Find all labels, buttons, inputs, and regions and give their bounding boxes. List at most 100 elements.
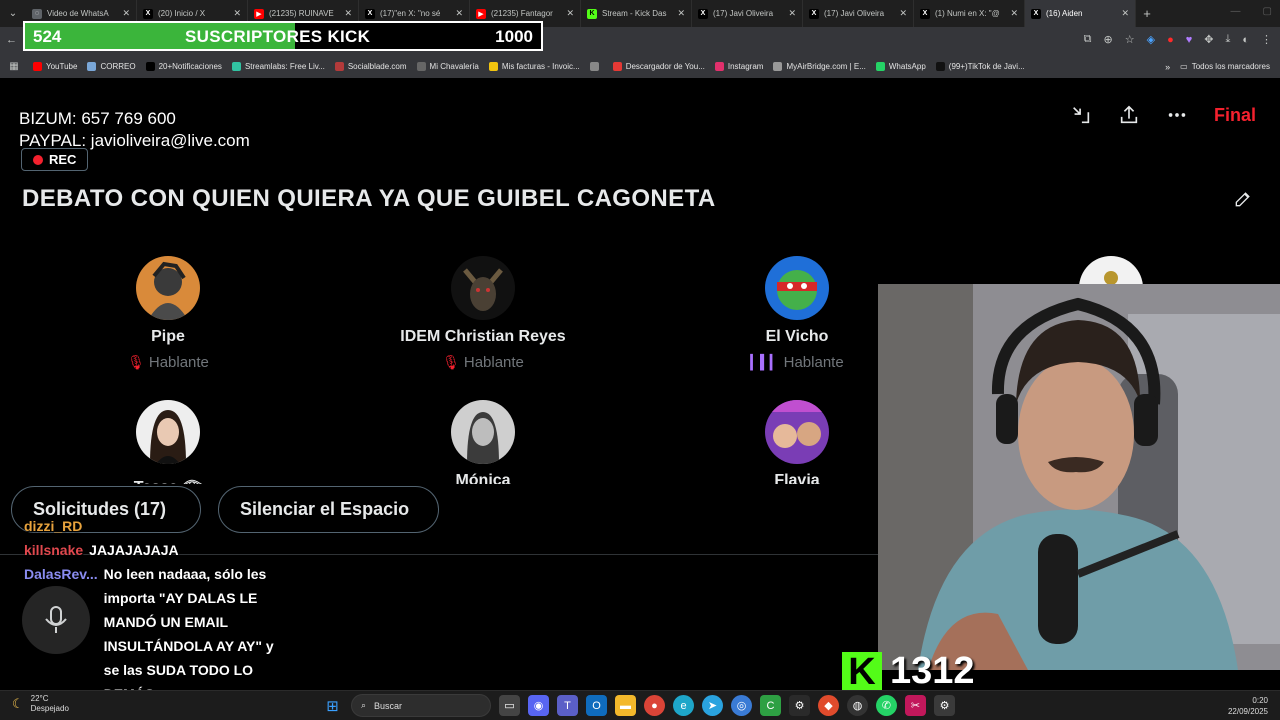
speaker-card[interactable]: Pipe 🎙 Hablante bbox=[48, 256, 288, 371]
bookmark-item[interactable]: CORREO bbox=[82, 62, 140, 71]
file-explorer-icon[interactable]: ▬ bbox=[615, 695, 636, 716]
close-tab-icon[interactable]: ✕ bbox=[233, 8, 241, 19]
extensions-puzzle-icon[interactable]: ✥ bbox=[1204, 33, 1213, 46]
close-tab-icon[interactable]: ✕ bbox=[899, 8, 907, 19]
bookmark-item[interactable]: WhatsApp bbox=[871, 62, 931, 71]
telegram-icon[interactable]: ➤ bbox=[702, 695, 723, 716]
bookmark-item[interactable]: 20+Notificaciones bbox=[141, 62, 227, 71]
extension-icon[interactable]: ● bbox=[1167, 34, 1174, 46]
bookmark-item[interactable]: Descargador de You... bbox=[608, 62, 710, 71]
all-bookmarks-folder[interactable]: ▭ Todos los marcadores bbox=[1180, 62, 1280, 71]
browser-tab[interactable]: X (1) Numi en X: "@ ✕ bbox=[914, 0, 1025, 27]
bookmark-item[interactable]: Instagram bbox=[710, 62, 769, 71]
microphone-button[interactable] bbox=[22, 586, 90, 654]
extension-icon[interactable]: ◈ bbox=[1147, 33, 1155, 46]
browser-tab[interactable]: X (17) Javi Oliveira ✕ bbox=[803, 0, 914, 27]
bookmark-item[interactable]: MyAirBridge.com | E... bbox=[768, 62, 870, 71]
bookmark-item[interactable]: YouTube bbox=[28, 62, 82, 71]
system-clock[interactable]: 0:20 22/09/2025 bbox=[1228, 695, 1268, 717]
green-app-icon[interactable]: C bbox=[760, 695, 781, 716]
apps-grid-icon[interactable]: ▦ bbox=[0, 61, 28, 72]
chrome-icon[interactable]: ● bbox=[644, 695, 665, 716]
close-tab-icon[interactable]: ✕ bbox=[677, 8, 685, 19]
edit-pencil-icon[interactable] bbox=[1233, 189, 1253, 209]
speaker-role-label: Hablante bbox=[783, 354, 844, 371]
outlook-icon[interactable]: O bbox=[586, 695, 607, 716]
browser-menu-icon[interactable]: ⋮ bbox=[1261, 33, 1272, 46]
mic-muted-icon: 🎙 bbox=[127, 354, 145, 370]
bookmarks-overflow-button[interactable]: » bbox=[1165, 62, 1180, 72]
discord-icon[interactable]: ◉ bbox=[528, 695, 549, 716]
bizum-line: BIZUM: 657 769 600 bbox=[19, 109, 176, 128]
settings-icon[interactable]: ⚙ bbox=[934, 695, 955, 716]
bookmarks-bar: ▦ YouTube CORREO 20+Notificaciones Streamla… bbox=[0, 55, 1280, 78]
browser-app-icon[interactable]: ◎ bbox=[731, 695, 752, 716]
edge-icon[interactable]: e bbox=[673, 695, 694, 716]
weather-widget[interactable]: ☾ 22°C Despejado bbox=[12, 694, 69, 714]
browser-tab[interactable]: X (17) Javi Oliveira ✕ bbox=[692, 0, 803, 27]
speaker-card[interactable]: IDEM Christian Reyes 🎙 Hablante bbox=[363, 256, 603, 371]
close-tab-icon[interactable]: ✕ bbox=[122, 8, 130, 19]
bookmark-item[interactable]: Mis facturas - Invoic... bbox=[484, 62, 585, 71]
tab-title: (16) Aiden bbox=[1046, 9, 1083, 18]
back-arrow-icon[interactable]: ← bbox=[6, 34, 17, 46]
bookmark-label: YouTube bbox=[46, 62, 78, 71]
listener-card[interactable]: Mónica bbox=[363, 400, 603, 490]
close-tab-icon[interactable]: ✕ bbox=[1121, 8, 1129, 19]
close-tab-icon[interactable]: ✕ bbox=[344, 8, 352, 19]
x-logo-icon: X bbox=[809, 8, 819, 19]
bookmark-item[interactable]: Socialblade.com bbox=[330, 62, 412, 71]
bookmark-favicon-icon bbox=[875, 62, 885, 71]
close-tab-icon[interactable]: ✕ bbox=[1010, 8, 1018, 19]
bookmark-label: 20+Notificaciones bbox=[158, 62, 222, 71]
minimize-space-icon[interactable] bbox=[1070, 104, 1092, 126]
browser-tab[interactable]: X (16) Aiden ✕ bbox=[1025, 0, 1136, 27]
all-bookmarks-label: Todos los marcadores bbox=[1191, 62, 1270, 71]
close-tab-icon[interactable]: ✕ bbox=[455, 8, 463, 19]
tab-title: (1) Numi en X: "@ bbox=[935, 9, 1000, 18]
bookmark-label: Instagram bbox=[727, 62, 764, 71]
chat-username[interactable]: dizzi_RD bbox=[24, 514, 82, 538]
obs-icon[interactable]: ◍ bbox=[847, 695, 868, 716]
whatsapp-icon[interactable]: ✆ bbox=[876, 695, 897, 716]
maximize-icon[interactable]: ▢ bbox=[1263, 6, 1272, 17]
taskbar-search[interactable]: ⌕ Buscar bbox=[351, 694, 491, 717]
new-tab-button[interactable]: + bbox=[1136, 6, 1158, 21]
speaker-role: 🎙 Hablante bbox=[363, 354, 603, 371]
chat-text: JAJAJAJAJA bbox=[89, 542, 179, 558]
close-tab-icon[interactable]: ✕ bbox=[788, 8, 796, 19]
close-tab-icon[interactable]: ✕ bbox=[566, 8, 574, 19]
start-windows-icon[interactable]: ⊞ bbox=[322, 695, 343, 716]
app-icon[interactable]: ◆ bbox=[818, 695, 839, 716]
chat-message: dizzi_RD bbox=[24, 514, 284, 538]
rec-label: REC bbox=[49, 152, 77, 167]
chat-text: No leen nadaaa, sólo les importa "AY DAL… bbox=[103, 566, 274, 690]
bookmark-item[interactable]: Mi Chavalería bbox=[412, 62, 484, 71]
folder-icon: ▭ bbox=[1180, 62, 1188, 71]
zoom-icon[interactable]: ⊕ bbox=[1104, 33, 1113, 46]
bookmark-star-icon[interactable]: ☆ bbox=[1125, 33, 1135, 46]
bookmark-item[interactable]: Streamlabs: Free Liv... bbox=[227, 62, 330, 71]
bookmark-label: Mis facturas - Invoic... bbox=[501, 62, 580, 71]
snipping-tool-icon[interactable]: ✂ bbox=[905, 695, 926, 716]
extension-icon[interactable]: ♥ bbox=[1186, 34, 1193, 46]
steam-icon[interactable]: ⚙ bbox=[789, 695, 810, 716]
moon-icon: ☾ bbox=[12, 696, 24, 711]
share-icon[interactable] bbox=[1118, 104, 1140, 126]
profile-avatar-icon[interactable]: ◐ bbox=[1242, 34, 1249, 46]
browser-tab[interactable]: K Stream - Kick Das ✕ bbox=[581, 0, 692, 27]
minimize-icon[interactable]: — bbox=[1231, 6, 1241, 17]
kick-icon: K bbox=[587, 8, 597, 19]
download-icon[interactable]: ⤓ bbox=[1225, 33, 1230, 46]
bookmark-item[interactable] bbox=[585, 62, 608, 71]
teams-icon[interactable]: T bbox=[557, 695, 578, 716]
install-app-icon[interactable]: ⧉ bbox=[1084, 33, 1092, 46]
bookmark-item[interactable]: (99+)TikTok de Javi... bbox=[931, 62, 1030, 71]
youtube-icon: ▶ bbox=[254, 8, 264, 19]
bookmark-label: Streamlabs: Free Liv... bbox=[244, 62, 325, 71]
chat-username[interactable]: killsnake bbox=[24, 538, 83, 562]
more-options-icon[interactable] bbox=[1166, 104, 1188, 126]
end-space-button[interactable]: Final bbox=[1214, 105, 1256, 126]
task-view-icon[interactable]: ▭ bbox=[499, 695, 520, 716]
bookmark-favicon-icon bbox=[33, 62, 42, 71]
